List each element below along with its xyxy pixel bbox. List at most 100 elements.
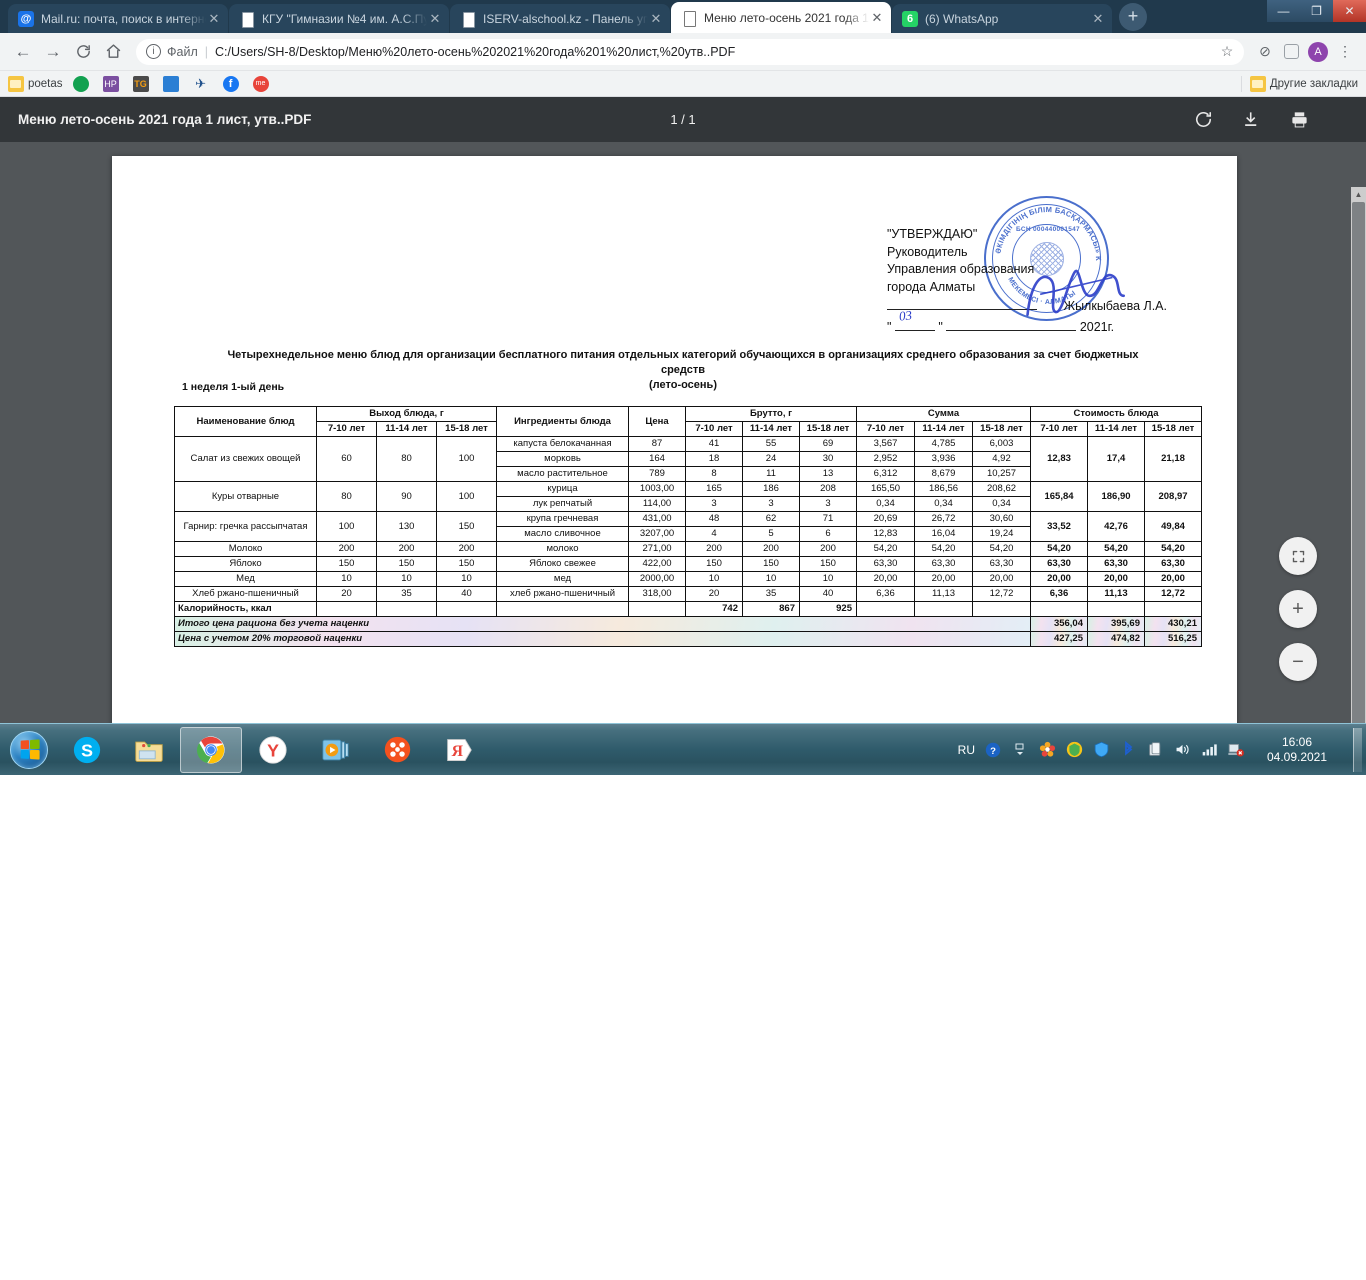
print-icon[interactable] <box>1288 109 1310 131</box>
shield-green-icon[interactable] <box>1065 741 1083 759</box>
purple-app-icon: HP <box>102 75 119 92</box>
clock-date: 04.09.2021 <box>1266 749 1328 764</box>
clock[interactable]: 16:06 04.09.2021 <box>1254 735 1340 765</box>
th-brutto-group: Брутто, г <box>685 406 857 422</box>
bookmark-poetas[interactable]: poetas <box>8 75 63 92</box>
taskbar-skype[interactable]: S <box>56 727 118 773</box>
cell-sum: 16,04 <box>914 526 973 542</box>
bookmark-opera[interactable] <box>72 75 93 92</box>
cell-calories-value: 925 <box>799 601 857 617</box>
question-icon[interactable]: ? <box>984 741 1002 759</box>
rotate-icon[interactable] <box>1192 109 1214 131</box>
language-indicator[interactable]: RU <box>958 743 975 757</box>
start-button[interactable] <box>2 727 56 773</box>
menu-icon[interactable]: ⋮ <box>1332 39 1358 65</box>
chevron-up-icon[interactable] <box>1011 741 1029 759</box>
zoom-in-button[interactable]: + <box>1279 590 1317 628</box>
cell-sum: 19,24 <box>972 526 1031 542</box>
scroll-up-icon[interactable]: ▲ <box>1351 187 1366 202</box>
cell-dish: Куры отварные <box>174 481 317 512</box>
tab-gymnasium[interactable]: КГУ "Гимназии №4 им. А.С.Пуш ✕ <box>229 4 449 33</box>
new-tab-button[interactable]: + <box>1119 3 1147 31</box>
network-error-icon[interactable] <box>1227 741 1245 759</box>
close-icon[interactable]: ✕ <box>648 11 664 27</box>
bookmark-purple-app[interactable]: HP <box>102 75 123 92</box>
pdf-scrollbar[interactable]: ▲ ▼ <box>1351 187 1366 780</box>
extension-icon[interactable] <box>1278 39 1304 65</box>
cell-sum: 20,00 <box>972 571 1031 587</box>
cell-output: 35 <box>376 586 437 602</box>
cell-ingredient: мед <box>496 571 629 587</box>
fit-icon[interactable] <box>1279 537 1317 575</box>
cell-brutto: 200 <box>799 541 857 557</box>
shield-blue-icon[interactable] <box>1092 741 1110 759</box>
svg-text:S: S <box>81 740 93 760</box>
signer-name: Жылкыбаева Л.А. <box>1063 299 1167 313</box>
cell-sum: 165,50 <box>856 481 915 497</box>
cell-cost: 20,00 <box>1030 571 1088 587</box>
approval-line-2: Руководитель <box>887 244 968 259</box>
tab-iserv-alschool[interactable]: ISERV-alschool.kz - Панель упр ✕ <box>450 4 670 33</box>
url-text[interactable]: C:/Users/SH-8/Desktop/Меню%20лето-осень%… <box>215 45 1218 59</box>
cell-brutto: 11 <box>742 466 800 482</box>
cell-price: 114,00 <box>628 496 686 512</box>
close-icon[interactable]: ✕ <box>1090 11 1106 27</box>
maximize-button[interactable]: ❐ <box>1300 0 1333 22</box>
bookmark-me[interactable]: me <box>252 75 273 92</box>
card-icon <box>162 75 179 92</box>
info-icon[interactable]: i <box>146 44 161 59</box>
facebook-icon: f <box>222 75 239 92</box>
tab-mail-ru[interactable]: @ Mail.ru: почта, поиск в интернe ✕ <box>8 4 228 33</box>
zoom-out-button[interactable]: − <box>1279 643 1317 681</box>
forward-button[interactable]: → <box>38 37 68 67</box>
minimize-button[interactable]: — <box>1267 0 1300 22</box>
windows-logo-icon <box>10 730 48 769</box>
block-icon[interactable]: ⊘ <box>1252 39 1278 65</box>
bookmark-star-icon[interactable]: ☆ <box>1218 43 1236 60</box>
close-window-button[interactable]: ✕ <box>1333 0 1366 22</box>
back-button[interactable]: ← <box>8 37 38 67</box>
volume-icon[interactable] <box>1173 741 1191 759</box>
taskbar-explorer[interactable] <box>118 727 180 773</box>
download-icon[interactable] <box>1240 109 1262 131</box>
signal-icon[interactable] <box>1200 741 1218 759</box>
other-bookmarks[interactable]: Другие закладки <box>1240 75 1358 92</box>
bluetooth-icon[interactable] <box>1119 741 1137 759</box>
home-button[interactable] <box>98 37 128 67</box>
cell-price: 789 <box>628 466 686 482</box>
bookmark-facebook[interactable]: f <box>222 75 243 92</box>
show-desktop-button[interactable] <box>1353 727 1362 772</box>
th-age: 15-18 лет <box>436 421 497 437</box>
taskbar-kinopoisk[interactable] <box>366 727 428 773</box>
reload-button[interactable] <box>68 37 98 67</box>
address-bar[interactable]: i Файл | C:/Users/SH-8/Desktop/Меню%20ле… <box>136 38 1244 65</box>
cell-brutto: 3 <box>742 496 800 512</box>
tab-title: КГУ "Гимназии №4 им. А.С.Пуш <box>262 11 427 26</box>
taskbar-media-player[interactable] <box>304 727 366 773</box>
cell-brutto: 8 <box>685 466 743 482</box>
close-icon[interactable]: ✕ <box>206 11 222 27</box>
table-row: Яблоко 150 150 150 Яблоко свежее 422,00 150 150… <box>174 556 1202 572</box>
taskbar-yandex[interactable]: Я <box>428 727 490 773</box>
close-icon[interactable]: ✕ <box>869 10 885 26</box>
close-icon[interactable]: ✕ <box>427 11 443 27</box>
bookmark-card[interactable] <box>162 75 183 92</box>
cell-sum: 0,34 <box>972 496 1031 512</box>
cell-summary-value: 427,25 <box>1030 631 1088 647</box>
avatar[interactable]: A <box>1308 41 1328 62</box>
mail-icon: @ <box>18 10 34 27</box>
taskbar-yandex-browser[interactable]: Y <box>242 727 304 773</box>
flower-icon[interactable] <box>1038 741 1056 759</box>
th-age: 11-14 лет <box>742 421 800 437</box>
clock-time: 16:06 <box>1281 734 1313 749</box>
cell-cost: 63,30 <box>1030 556 1088 572</box>
tab-whatsapp[interactable]: 6 (6) WhatsApp ✕ <box>892 4 1112 33</box>
device-icon[interactable] <box>1146 741 1164 759</box>
cell-output: 150 <box>436 511 497 542</box>
tab-menu-pdf[interactable]: Меню лето-осень 2021 года 1 ✕ <box>671 2 891 33</box>
bookmark-tg[interactable]: TG <box>132 75 153 92</box>
taskbar-chrome[interactable] <box>180 726 242 773</box>
scrollbar-thumb[interactable] <box>1352 202 1365 742</box>
bookmark-plane[interactable]: ✈ <box>193 76 213 92</box>
menu-table: Наименование блюд Выход блюда, г Ингреди… <box>174 406 1202 647</box>
